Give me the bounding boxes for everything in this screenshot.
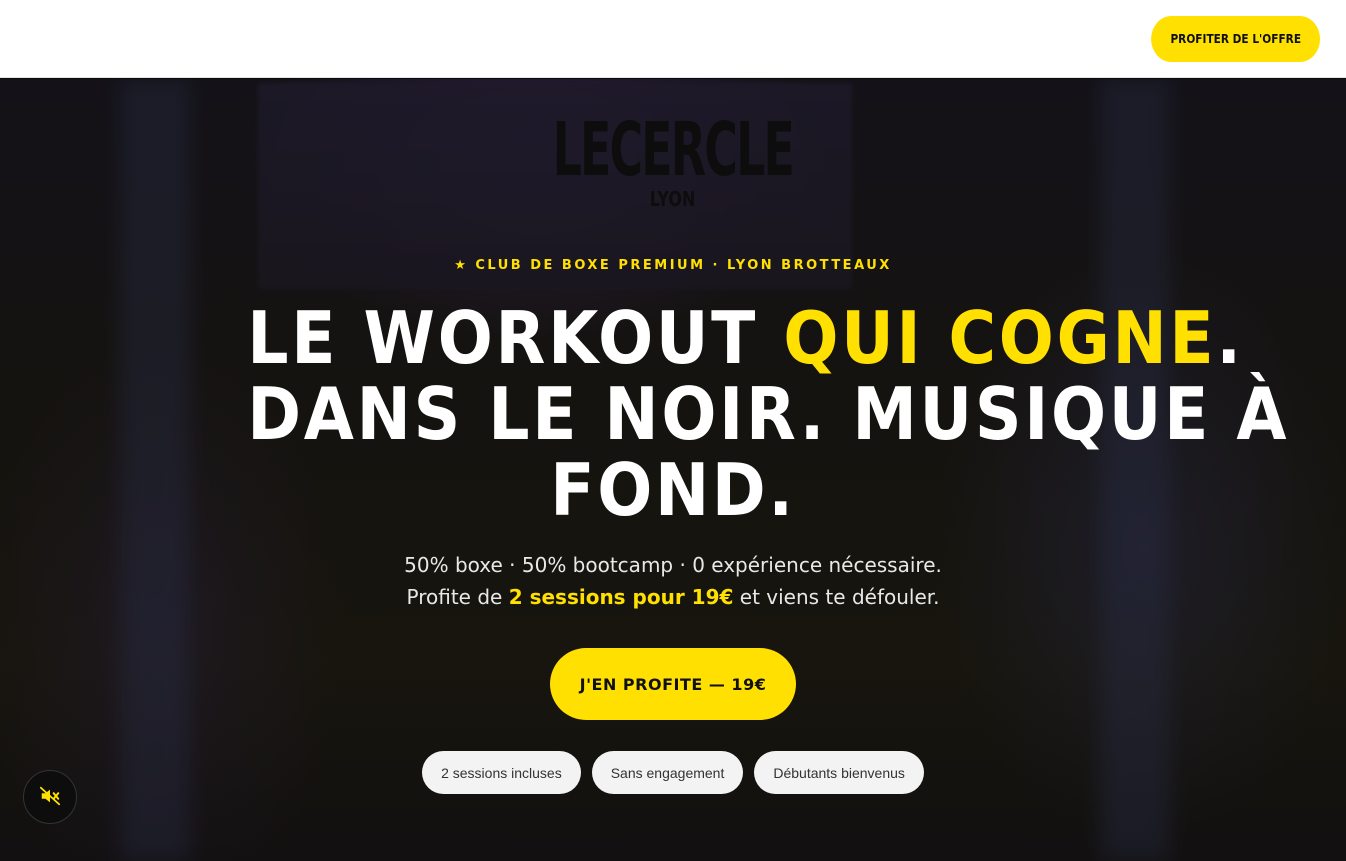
headline-line-2: DANS LE NOIR. MUSIQUE À bbox=[247, 372, 1290, 456]
feature-chips: 2 sessions incluses Sans engagement Débu… bbox=[0, 751, 1346, 794]
headline-line-3: FOND. bbox=[550, 448, 796, 532]
club-logo: LECERCLE LYON bbox=[552, 107, 795, 221]
headline-line-1: LE WORKOUT QUI COGNE. bbox=[247, 300, 1241, 376]
top-nav-bar: PROFITER DE L'OFFRE bbox=[0, 0, 1346, 78]
headline-part-1: LE WORKOUT bbox=[247, 296, 784, 380]
subtitle-line-1: 50% boxe · 50% bootcamp · 0 expérience n… bbox=[404, 553, 942, 577]
headline-part-2: . bbox=[1216, 296, 1244, 380]
subtitle-highlight: 2 sessions pour 19€ bbox=[508, 585, 734, 609]
speaker-muted-icon bbox=[39, 785, 61, 810]
chip-no-commitment: Sans engagement bbox=[591, 751, 744, 794]
mute-toggle-button[interactable] bbox=[23, 770, 77, 824]
logo-city: LYON bbox=[650, 187, 696, 211]
subtitle-post: et viens te défouler. bbox=[733, 585, 940, 609]
chip-sessions: 2 sessions incluses bbox=[422, 751, 581, 794]
hero-headline: LE WORKOUT QUI COGNE. DANS LE NOIR. MUSI… bbox=[200, 300, 1290, 532]
chip-beginners: Débutants bienvenus bbox=[754, 751, 924, 794]
logo-wordmark: LECERCLE bbox=[552, 107, 795, 193]
hero-section: LECERCLE LYON ★ CLUB DE BOXE PREMIUM · L… bbox=[0, 79, 1346, 861]
subtitle-pre: Profite de bbox=[406, 585, 509, 609]
hero-tagline: ★ CLUB DE BOXE PREMIUM · LYON BROTTEAUX bbox=[454, 258, 892, 273]
subtitle-line-2: Profite de 2 sessions pour 19€ et viens … bbox=[0, 581, 1346, 613]
background-light-stripe bbox=[120, 79, 190, 861]
cta-button[interactable]: J'EN PROFITE — 19€ bbox=[550, 648, 796, 720]
hero-subtitle: 50% boxe · 50% bootcamp · 0 expérience n… bbox=[0, 549, 1346, 613]
offer-button[interactable]: PROFITER DE L'OFFRE bbox=[1150, 16, 1320, 62]
headline-accent: QUI COGNE bbox=[783, 296, 1217, 380]
